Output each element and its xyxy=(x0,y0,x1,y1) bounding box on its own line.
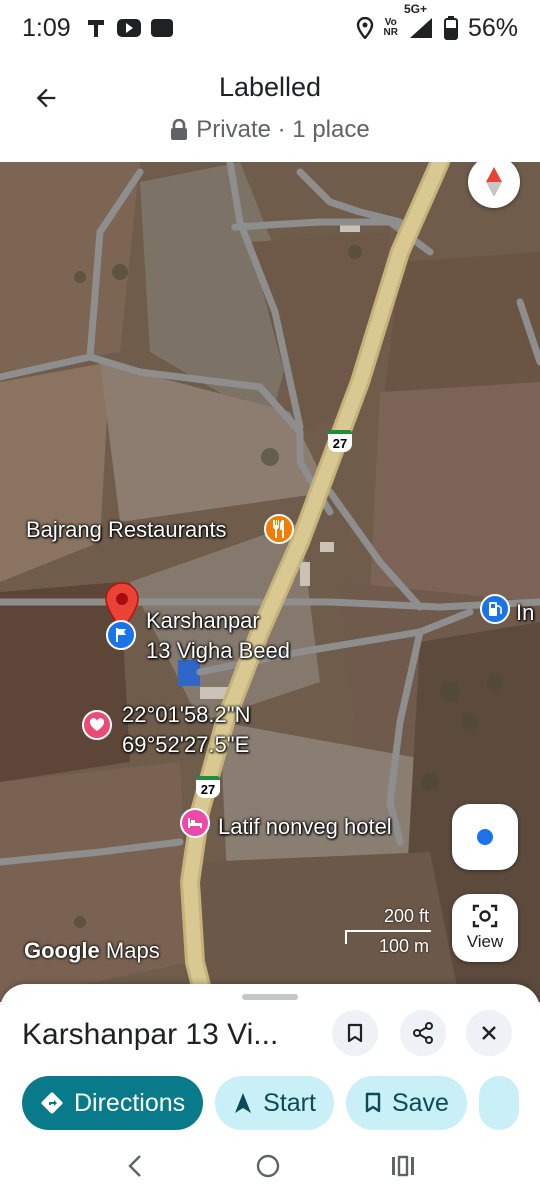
hotel-icon[interactable] xyxy=(180,808,210,838)
battery-icon xyxy=(443,16,458,40)
gas-station-icon[interactable] xyxy=(480,594,510,624)
map-label-restaurant[interactable]: Bajrang Restaurants xyxy=(26,517,227,543)
heart-icon[interactable] xyxy=(82,710,112,740)
list-subtitle: Private · 1 place xyxy=(0,116,540,144)
battery-percent: 56% xyxy=(467,13,518,42)
my-location-button[interactable] xyxy=(452,804,518,870)
map-scale: 200 ft 100 m xyxy=(345,904,435,956)
more-actions-chip[interactable] xyxy=(478,1076,519,1130)
drag-handle[interactable] xyxy=(242,994,298,1000)
nav-home-icon[interactable] xyxy=(255,1153,281,1179)
scan-camera-icon xyxy=(472,904,498,928)
app-notification-icon xyxy=(85,17,107,39)
nav-back-icon[interactable] xyxy=(124,1154,146,1178)
highway-shield: 27 xyxy=(196,776,220,798)
lock-icon xyxy=(171,119,188,140)
close-button[interactable] xyxy=(466,1010,512,1056)
youtube-icon xyxy=(116,19,141,37)
signal-icon: 5G+ xyxy=(404,2,434,40)
share-icon xyxy=(413,1022,433,1044)
restaurant-icon[interactable] xyxy=(264,514,294,544)
map-label-place[interactable]: Karshanpar 13 Vigha Beed xyxy=(146,608,290,664)
map-label-coordinates[interactable]: 22°01'58.2"N 69°52'27.5"E xyxy=(122,702,250,758)
bookmark-button[interactable] xyxy=(332,1010,378,1056)
compass-icon xyxy=(486,167,502,197)
street-view-button[interactable]: View xyxy=(452,894,518,962)
status-bar: 1:09 Vo NR 5G+ 56% xyxy=(0,0,540,56)
system-navigation-bar xyxy=(0,1132,540,1200)
bookmark-icon xyxy=(347,1023,363,1043)
navigation-arrow-icon xyxy=(235,1093,252,1113)
location-icon xyxy=(356,17,374,39)
map-label-fuel[interactable]: In xyxy=(516,600,534,626)
share-button[interactable] xyxy=(400,1010,446,1056)
view-label: View xyxy=(466,932,504,951)
directions-button[interactable]: Directions xyxy=(22,1076,204,1130)
map-label-hotel[interactable]: Latif nonveg hotel xyxy=(218,814,392,840)
close-icon xyxy=(482,1026,496,1040)
satellite-imagery xyxy=(0,162,540,1002)
status-time: 1:09 xyxy=(22,13,71,42)
paytm-icon xyxy=(150,19,173,37)
google-maps-logo: Google Maps xyxy=(24,938,160,963)
place-bottom-sheet[interactable]: Karshanpar 13 Vi... Directions Start Sav… xyxy=(0,984,540,1132)
map-view[interactable]: 27 27 Bajrang Restaurants In Karshanpar … xyxy=(0,162,540,1002)
bookmark-icon xyxy=(365,1092,381,1113)
nav-recents-icon[interactable] xyxy=(390,1155,416,1177)
flag-place-icon[interactable] xyxy=(106,620,136,650)
start-navigation-button[interactable]: Start xyxy=(215,1076,334,1130)
list-title: Labelled xyxy=(218,72,322,102)
save-button[interactable]: Save xyxy=(345,1076,467,1130)
my-location-icon xyxy=(477,829,493,845)
place-title: Karshanpar 13 Vi... xyxy=(22,1018,279,1051)
volte-indicator: Vo NR xyxy=(383,17,398,38)
top-app-bar: Labelled Private · 1 place xyxy=(0,56,540,162)
directions-icon xyxy=(41,1092,63,1114)
highway-shield: 27 xyxy=(328,430,352,452)
